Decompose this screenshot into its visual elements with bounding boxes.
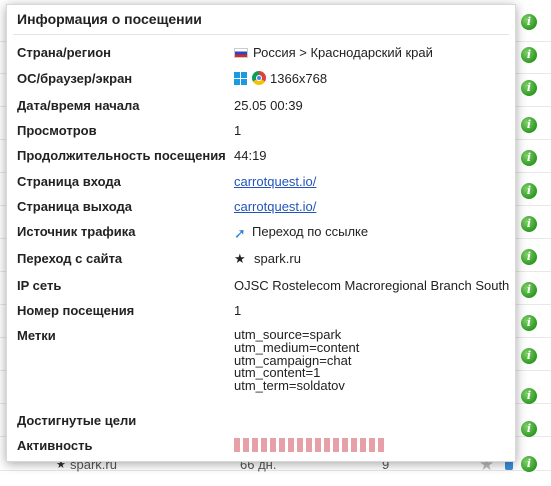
info-icon[interactable]: i — [521, 388, 537, 404]
info-column: i i i i i i i i i i i i i i — [516, 0, 551, 486]
activity-segment — [279, 438, 285, 452]
link-arrow-icon: ➚ — [234, 225, 246, 241]
value-referrer: ★ spark.ru — [234, 251, 301, 267]
chrome-icon — [252, 71, 266, 85]
exit-page-link[interactable]: carrotquest.io/ — [234, 199, 316, 214]
activity-segment — [297, 438, 303, 452]
value-pageviews: 1 — [234, 123, 242, 138]
info-icon[interactable]: i — [521, 216, 537, 232]
value-os-browser: 1366x768 — [234, 71, 327, 86]
activity-segment — [270, 438, 276, 452]
activity-segment — [342, 438, 348, 452]
label-traffic-source: Источник трафика — [17, 224, 136, 239]
activity-segment — [252, 438, 258, 452]
label-start-time: Дата/время начала — [17, 98, 140, 113]
popup-title: Информация о посещении — [17, 11, 202, 27]
label-entry-page: Страница входа — [17, 174, 121, 189]
label-country: Страна/регион — [17, 45, 111, 60]
activity-segment — [351, 438, 357, 452]
label-tags: Метки — [17, 328, 56, 343]
info-icon[interactable]: i — [521, 47, 537, 63]
referrer-text: spark.ru — [254, 251, 301, 266]
activity-segment — [306, 438, 312, 452]
label-exit-page: Страница выхода — [17, 199, 133, 214]
value-traffic-source: ➚ Переход по ссылке — [234, 224, 368, 240]
windows-icon — [234, 72, 248, 85]
info-icon[interactable]: i — [521, 249, 537, 265]
info-icon[interactable]: i — [521, 150, 537, 166]
activity-segment — [261, 438, 267, 452]
info-icon[interactable]: i — [521, 117, 537, 133]
info-icon[interactable]: i — [521, 348, 537, 364]
russia-flag-icon — [234, 48, 248, 58]
label-duration: Продолжительность посещения — [17, 148, 226, 163]
label-goals: Достигнутые цели — [17, 413, 137, 428]
activity-segment — [243, 438, 249, 452]
info-icon[interactable]: i — [521, 282, 537, 298]
info-icon[interactable]: i — [521, 315, 537, 331]
tags-list: utm_source=spark utm_medium=content utm_… — [234, 328, 359, 394]
divider — [13, 34, 509, 35]
value-ip-network: OJSC Rostelecom Macroregional Branch Sou… — [234, 278, 510, 293]
entry-page-link[interactable]: carrotquest.io/ — [234, 174, 316, 189]
star-icon: ★ — [234, 251, 246, 266]
label-activity: Активность — [17, 438, 93, 453]
activity-segment — [324, 438, 330, 452]
label-os-browser: ОС/браузер/экран — [17, 71, 133, 86]
label-ip-network: IP сеть — [17, 278, 62, 293]
activity-segment — [288, 438, 294, 452]
label-referrer: Переход с сайта — [17, 251, 123, 266]
info-icon[interactable]: i — [521, 80, 537, 96]
activity-segment — [333, 438, 339, 452]
screen-resolution: 1366x768 — [270, 71, 328, 86]
activity-segment — [378, 438, 384, 452]
activity-segment — [360, 438, 366, 452]
country-text: Россия > Краснодарский край — [253, 45, 433, 60]
traffic-source-text: Переход по ссылке — [252, 224, 369, 239]
visit-info-popup: Информация о посещении Страна/регион Рос… — [6, 4, 516, 462]
label-visit-number: Номер посещения — [17, 303, 135, 318]
value-start-time: 25.05 00:39 — [234, 98, 303, 113]
info-icon[interactable]: i — [521, 183, 537, 199]
activity-segment — [234, 438, 240, 452]
value-duration: 44:19 — [234, 148, 267, 163]
activity-bar — [234, 438, 384, 452]
activity-segment — [315, 438, 321, 452]
info-icon[interactable]: i — [521, 421, 537, 437]
value-country: Россия > Краснодарский край — [234, 45, 433, 60]
value-visit-number: 1 — [234, 303, 242, 318]
label-pageviews: Просмотров — [17, 123, 97, 138]
info-icon[interactable]: i — [521, 14, 537, 30]
tag-item: utm_term=soldatov — [234, 378, 345, 394]
activity-segment — [369, 438, 375, 452]
